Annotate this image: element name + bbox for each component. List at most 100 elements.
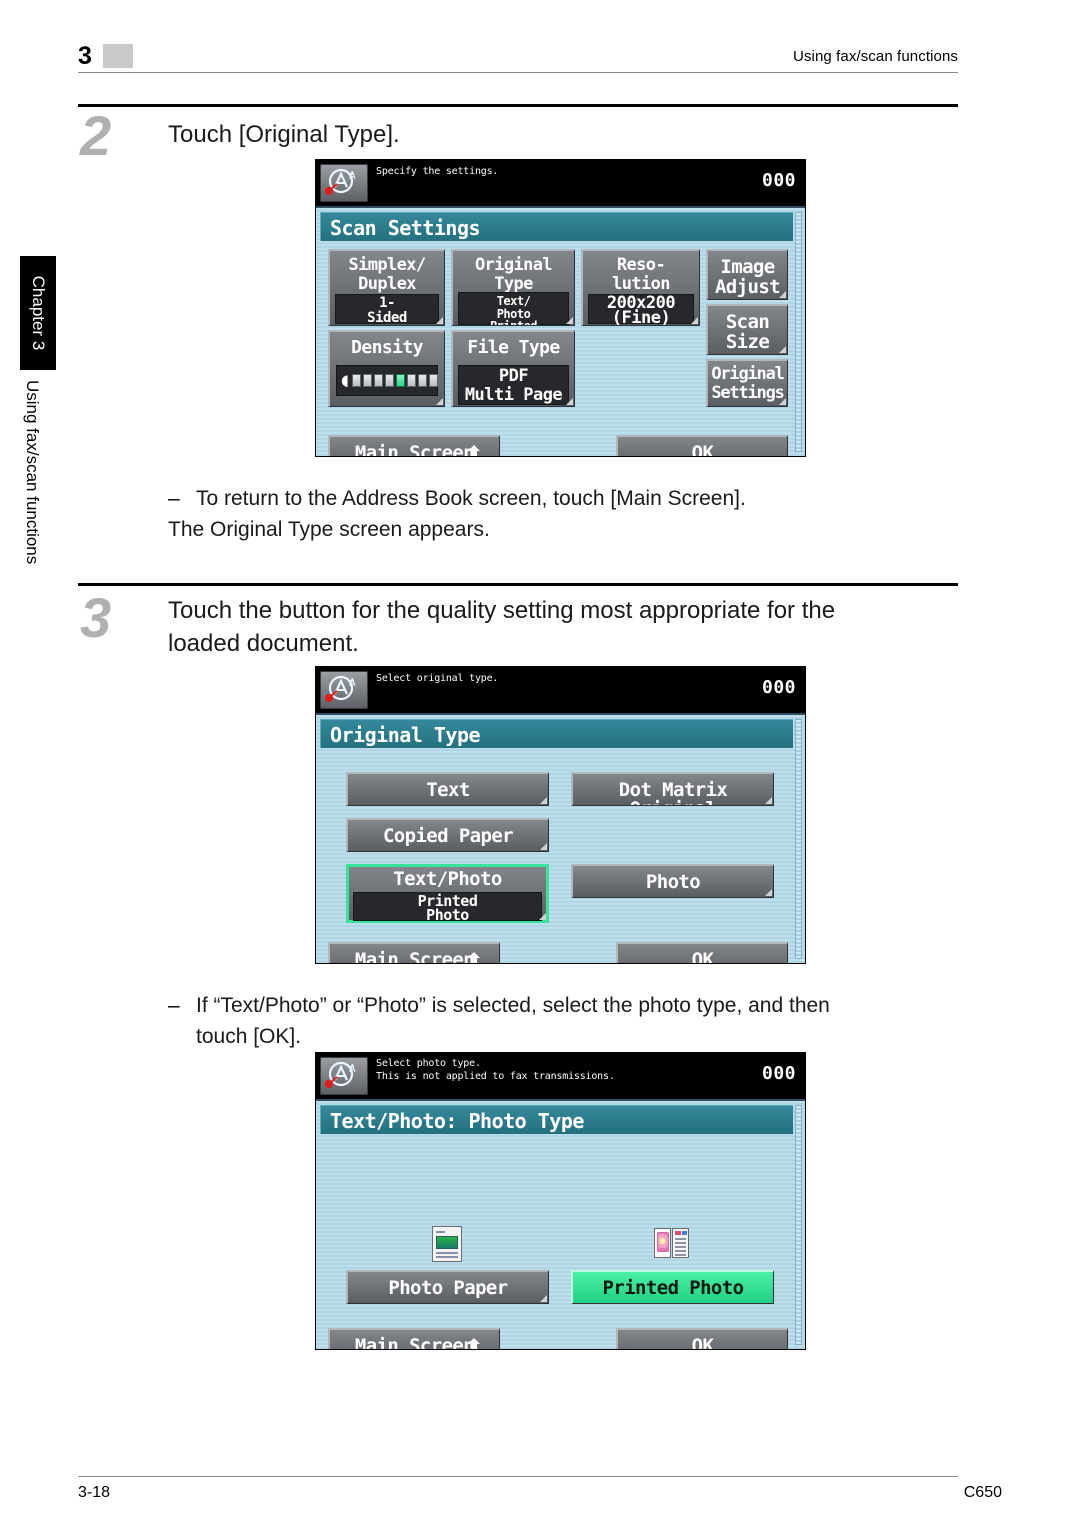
button-simplex-duplex-label: Simplex/ Duplex: [348, 255, 426, 294]
lcd-title-2: Original Type: [320, 719, 793, 748]
header-rule: [78, 72, 958, 73]
button-image-adjust-label: Image Adjust: [714, 256, 781, 298]
button-photo-paper[interactable]: Photo Paper: [346, 1270, 549, 1304]
expand-corner-icon: [566, 398, 573, 405]
svg-text:A: A: [349, 1062, 356, 1075]
density-tick[interactable]: [407, 374, 416, 387]
button-scan-size-label: Scan Size: [725, 311, 770, 353]
expand-corner-icon: [779, 398, 786, 405]
button-copied-paper-label: Copied Paper: [382, 825, 514, 847]
button-copied-paper[interactable]: Copied Paper: [346, 818, 549, 852]
lcd-screen-scan-settings[interactable]: A Specify the settings. 000 Scan Setting…: [315, 159, 806, 457]
lcd-status-bar-3: A Select photo type. This is not applied…: [316, 1053, 805, 1099]
button-simplex-duplex[interactable]: Simplex/ Duplex 1- Sided: [328, 249, 445, 326]
lcd-body-2: Original Type Text Dot Matrix Original C…: [316, 713, 805, 963]
button-photo-paper-label: Photo Paper: [388, 1277, 508, 1299]
step-3-text-line1: Touch the button for the quality setting…: [168, 597, 836, 624]
expand-corner-icon: [540, 1295, 547, 1302]
expand-corner-icon: [540, 797, 547, 804]
lcd-content-3: Photo Paper Printed Photo Main Screen OK: [320, 1138, 793, 1349]
button-text-photo[interactable]: Text/Photo Printed Photo: [346, 864, 549, 923]
expand-corner-icon: [539, 913, 546, 920]
density-light-cap-icon: ◖: [341, 371, 349, 389]
lcd-title-3: Text/Photo: Photo Type: [320, 1105, 793, 1134]
button-original-type-value: Text/ Photo Printed Photo: [458, 292, 569, 325]
step-3-rule: [78, 583, 958, 586]
button-resolution-value: 200x200 (Fine): [588, 294, 694, 325]
density-tick[interactable]: [363, 374, 372, 387]
fax-scan-mode-icon: A: [320, 671, 368, 709]
fax-scan-mode-icon: A: [320, 164, 368, 202]
button-dot-matrix-original[interactable]: Dot Matrix Original: [571, 772, 774, 806]
density-tick[interactable]: [352, 374, 361, 387]
button-file-type[interactable]: File Type PDF Multi Page: [451, 330, 575, 407]
lcd-body-3: Text/Photo: Photo Type Photo Paper Print…: [316, 1099, 805, 1349]
lcd-screen-photo-type[interactable]: A Select photo type. This is not applied…: [315, 1052, 806, 1350]
button-printed-photo[interactable]: Printed Photo: [571, 1270, 774, 1304]
page-header: 3 Using fax/scan functions: [78, 42, 958, 82]
lcd-status-message-3-line2: This is not applied to fax transmissions…: [376, 1071, 615, 1082]
return-arrow-icon: [468, 445, 480, 456]
lcd-title-1: Scan Settings: [320, 212, 793, 241]
svg-text:A: A: [349, 676, 356, 689]
button-simplex-duplex-value: 1- Sided: [335, 294, 439, 325]
fax-scan-mode-icon: A: [320, 1057, 368, 1095]
button-original-type[interactable]: Original Type Text/ Photo Printed Photo: [451, 249, 575, 326]
note-dash: –: [168, 487, 180, 510]
button-resolution[interactable]: Reso- lution 200x200 (Fine): [581, 249, 700, 326]
density-tick[interactable]: [374, 374, 383, 387]
footer-rule: [78, 1476, 958, 1477]
step-2-rule: [78, 104, 958, 107]
button-photo[interactable]: Photo: [571, 864, 774, 898]
button-file-type-value: PDF Multi Page: [458, 365, 569, 405]
chapter-marker-block: [103, 44, 133, 68]
button-image-adjust[interactable]: Image Adjust: [706, 249, 788, 300]
lcd-counter-3: 000: [761, 1063, 796, 1084]
svg-text:A: A: [349, 169, 356, 182]
button-ok[interactable]: OK: [616, 1328, 788, 1350]
density-tick[interactable]: [385, 374, 394, 387]
lcd-title-text-2: Original Type: [330, 723, 481, 747]
lcd-scrollbar-3[interactable]: [795, 1105, 802, 1345]
density-tick[interactable]: [418, 374, 427, 387]
button-text-label: Text: [426, 779, 470, 801]
density-slider[interactable]: ◖ ◗: [336, 365, 444, 396]
button-original-settings[interactable]: Original Settings: [706, 359, 788, 407]
button-ok[interactable]: OK: [616, 435, 788, 456]
button-ok[interactable]: OK: [616, 942, 788, 964]
lcd-screen-original-type[interactable]: A Select original type. 000 Original Typ…: [315, 666, 806, 964]
button-file-type-label: File Type: [467, 337, 560, 358]
button-text-photo-value: Printed Photo: [353, 892, 542, 921]
note-dash: –: [168, 994, 180, 1017]
button-ok-label: OK: [691, 1335, 714, 1350]
return-arrow-icon: [468, 1338, 480, 1349]
expand-corner-icon: [765, 797, 772, 804]
lcd-status-message-2: Select original type.: [376, 673, 499, 684]
expand-corner-icon: [691, 317, 698, 324]
density-tick-selected[interactable]: [396, 374, 405, 387]
button-main-screen[interactable]: Main Screen: [328, 1328, 500, 1349]
button-scan-size[interactable]: Scan Size: [706, 304, 788, 355]
chapter-tab-label: Chapter 3: [29, 275, 48, 351]
step-2-text: Touch [Original Type].: [168, 121, 400, 148]
lcd-status-message-3-line1: Select photo type.: [376, 1058, 481, 1069]
lcd-scrollbar-1[interactable]: [795, 212, 802, 452]
open-book-icon: [654, 1228, 690, 1260]
lcd-scrollbar-2[interactable]: [795, 719, 802, 959]
step-2-note-2: The Original Type screen appears.: [168, 518, 490, 541]
button-dot-matrix-original-label: Dot Matrix Original: [618, 779, 728, 806]
step-2-number: 2: [80, 104, 112, 167]
lcd-counter-1: 000: [761, 170, 796, 191]
lcd-status-message-1: Specify the settings.: [376, 166, 499, 177]
expand-corner-icon: [765, 889, 772, 896]
lcd-status-bar-2: A Select original type. 000: [316, 667, 805, 713]
expand-corner-icon: [566, 317, 573, 324]
density-tick[interactable]: [429, 374, 438, 387]
footer-page-number: 3-18: [78, 1484, 111, 1501]
button-ok-label: OK: [691, 949, 714, 964]
button-density[interactable]: Density ◖ ◗: [328, 330, 445, 407]
expand-corner-icon: [540, 843, 547, 850]
button-main-screen[interactable]: Main Screen: [328, 942, 500, 963]
button-main-screen[interactable]: Main Screen: [328, 435, 500, 456]
button-text[interactable]: Text: [346, 772, 549, 806]
